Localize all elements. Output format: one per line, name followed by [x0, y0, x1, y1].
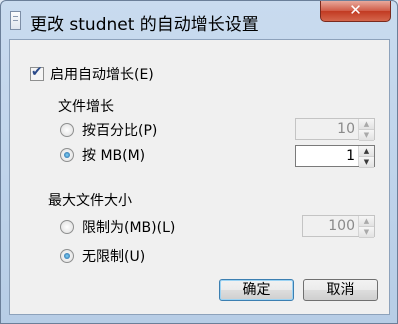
- limited-value: 100: [328, 218, 355, 234]
- max-size-heading-text: 最大文件大小: [48, 193, 132, 209]
- cancel-button[interactable]: 取消: [303, 279, 378, 301]
- file-growth-heading-text: 文件增长: [58, 99, 114, 115]
- ok-button[interactable]: 确定: [219, 279, 294, 301]
- limited-spinbox[interactable]: 100 ▲ ▼: [302, 215, 375, 238]
- spin-down-icon[interactable]: ▼: [359, 157, 374, 168]
- spin-down-icon[interactable]: ▼: [359, 227, 374, 238]
- percent-label: 按百分比(P): [82, 123, 158, 139]
- enable-autogrowth-checkbox[interactable]: [30, 64, 44, 81]
- title-bar: 更改 studnet 的自动增长设置 ✕: [1, 1, 397, 39]
- spin-up-icon[interactable]: ▲: [359, 119, 374, 130]
- unlimited-option[interactable]: 无限制(U): [60, 246, 145, 266]
- percent-spin-arrows[interactable]: ▲ ▼: [358, 119, 374, 141]
- mb-spinbox[interactable]: 1 ▲ ▼: [295, 145, 375, 168]
- percent-value: 10: [337, 121, 355, 137]
- enable-autogrowth-label: 启用自动增长(E): [50, 67, 154, 83]
- limited-label: 限制为(MB)(L): [82, 220, 176, 236]
- percent-spinbox[interactable]: 10 ▲ ▼: [295, 118, 375, 141]
- unlimited-radio[interactable]: [60, 249, 74, 263]
- mb-spin-arrows[interactable]: ▲ ▼: [358, 146, 374, 168]
- max-size-heading: 最大文件大小: [48, 190, 132, 210]
- limited-option[interactable]: 限制为(MB)(L): [60, 217, 175, 237]
- percent-option[interactable]: 按百分比(P): [60, 120, 157, 140]
- dialog-body: 启用自动增长(E) 文件增长 按百分比(P) 10 ▲ ▼ 按 MB(M) 1 …: [9, 39, 390, 315]
- autogrowth-dialog: 更改 studnet 的自动增长设置 ✕ 启用自动增长(E) 文件增长 按百分比…: [0, 0, 398, 324]
- percent-radio[interactable]: [60, 123, 74, 137]
- limited-radio[interactable]: [60, 220, 74, 234]
- window-title: 更改 studnet 的自动增长设置: [30, 15, 259, 35]
- file-growth-heading: 文件增长: [58, 96, 114, 116]
- spin-up-icon[interactable]: ▲: [359, 216, 374, 227]
- mb-label: 按 MB(M): [82, 148, 146, 164]
- spin-up-icon[interactable]: ▲: [359, 146, 374, 157]
- limited-spin-arrows[interactable]: ▲ ▼: [358, 216, 374, 238]
- spin-down-icon[interactable]: ▼: [359, 130, 374, 141]
- mb-option[interactable]: 按 MB(M): [60, 145, 145, 165]
- unlimited-label: 无限制(U): [82, 249, 146, 265]
- mb-value: 1: [346, 148, 355, 164]
- close-button[interactable]: ✕: [320, 1, 391, 22]
- enable-autogrowth-row[interactable]: 启用自动增长(E): [30, 64, 154, 84]
- mb-radio[interactable]: [60, 148, 74, 162]
- document-icon: [10, 11, 21, 30]
